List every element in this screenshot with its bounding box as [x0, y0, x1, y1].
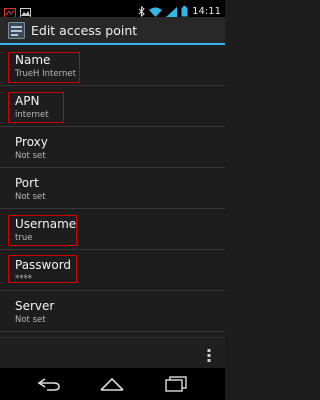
highlight-box-apn [8, 92, 64, 123]
home-icon[interactable] [99, 376, 125, 396]
highlight-box-name [8, 52, 80, 83]
settings-app-icon[interactable] [8, 22, 25, 43]
field-value: Not set [15, 151, 46, 161]
action-bar: Edit access point [0, 17, 225, 45]
page-title: Edit access point [31, 23, 138, 38]
navigation-bar [0, 368, 225, 400]
field-title: Proxy [15, 135, 48, 149]
field-value: Not set [15, 315, 46, 325]
field-value: Not set [15, 192, 46, 202]
field-title: Port [15, 176, 39, 190]
field-port[interactable]: Port Not set [0, 168, 225, 209]
apn-settings-list: Name TrueH Internet APN internet Proxy N… [0, 45, 225, 332]
status-clock: 14:11 [192, 6, 221, 17]
highlight-box-password [8, 255, 77, 283]
field-proxy[interactable]: Proxy Not set [0, 127, 225, 168]
highlight-box-username [8, 215, 77, 246]
recent-apps-icon[interactable] [164, 376, 188, 396]
overflow-menu-icon[interactable] [207, 347, 211, 366]
field-server[interactable]: Server Not set [0, 291, 225, 332]
menu-bar [0, 337, 225, 368]
field-title: Server [15, 299, 55, 313]
back-icon[interactable] [36, 376, 62, 396]
status-bar: 14:11 [0, 0, 225, 18]
